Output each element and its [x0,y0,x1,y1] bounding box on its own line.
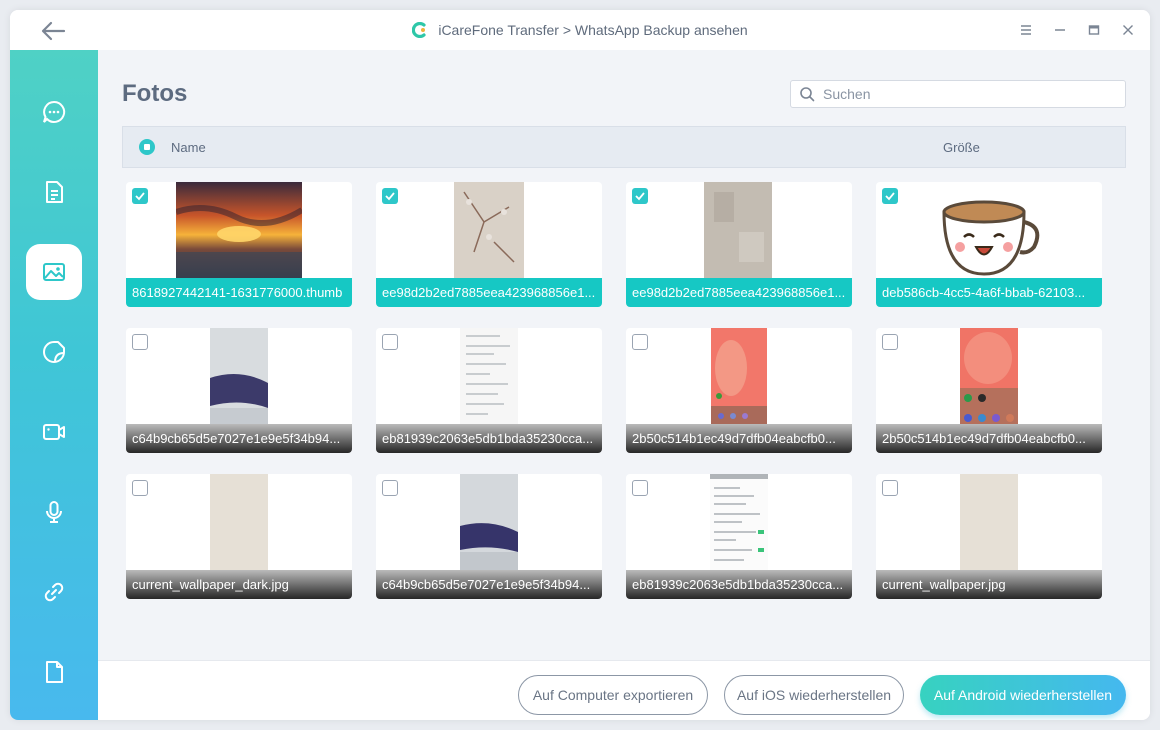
photo-checkbox[interactable] [882,188,898,204]
photo-thumbnail [454,182,524,278]
photo-name: 2b50c514b1ec49d7dfb04eabcfb0... [626,424,852,453]
photo-name: ee98d2b2ed7885eea423968856e1... [376,278,602,307]
photo-name: current_wallpaper.jpg [876,570,1102,599]
photo-checkbox[interactable] [382,334,398,350]
sidebar-item-videos[interactable] [26,404,82,460]
minimize-icon[interactable] [1052,22,1068,38]
photo-name: eb81939c2063e5db1bda35230cca... [626,570,852,599]
photo-card[interactable]: 2b50c514b1ec49d7dfb04eabcfb0... [876,328,1102,453]
photo-checkbox[interactable] [132,480,148,496]
photo-thumbnail [210,328,268,424]
checkmark-icon [135,192,145,201]
photo-card[interactable]: 8618927442141-1631776000.thumb [126,182,352,307]
search-box[interactable] [790,80,1126,108]
chat-bubble-icon [43,100,66,123]
photo-thumbnail [942,200,1040,276]
file-icon [46,661,63,683]
photo-name: 2b50c514b1ec49d7dfb04eabcfb0... [876,424,1102,453]
table-header: Name Größe [122,126,1126,168]
photo-checkbox[interactable] [132,188,148,204]
photo-thumbnail [960,474,1018,570]
photo-name: c64b9cb65d5e7027e1e9e5f34b94... [126,424,352,453]
checkmark-icon [885,192,895,201]
photo-thumbnail [704,182,772,278]
photo-thumbnail [460,328,518,424]
app-logo-icon [412,22,426,38]
photo-card[interactable]: eb81939c2063e5db1bda35230cca... [376,328,602,453]
app-window: iCareFone Transfer > WhatsApp Backup ans… [10,10,1150,720]
photo-card[interactable]: current_wallpaper_dark.jpg [126,474,352,599]
sidebar-item-chat[interactable] [26,84,82,140]
photo-card[interactable]: current_wallpaper.jpg [876,474,1102,599]
close-icon[interactable] [1120,22,1136,38]
export-to-computer-button[interactable]: Auf Computer exportieren [518,675,708,715]
photo-checkbox[interactable] [382,188,398,204]
photo-card[interactable]: c64b9cb65d5e7027e1e9e5f34b94... [376,474,602,599]
page-title: Fotos [122,80,188,107]
photo-name: deb586cb-4cc5-4a6f-bbab-62103... [876,278,1102,307]
footer-bar: Auf Computer exportieren Auf iOS wiederh… [98,660,1150,720]
sidebar-item-files[interactable] [26,644,82,700]
checkmark-icon [635,192,645,201]
photo-name: c64b9cb65d5e7027e1e9e5f34b94... [376,570,602,599]
microphone-icon [46,501,62,523]
photo-name: current_wallpaper_dark.jpg [126,570,352,599]
photo-card[interactable]: ee98d2b2ed7885eea423968856e1... [626,182,852,307]
photo-checkbox[interactable] [882,334,898,350]
photo-card[interactable]: 2b50c514b1ec49d7dfb04eabcfb0... [626,328,852,453]
photo-card[interactable]: deb586cb-4cc5-4a6f-bbab-62103... [876,182,1102,307]
document-icon [46,181,63,203]
photo-checkbox[interactable] [632,188,648,204]
restore-to-android-button[interactable]: Auf Android wiederherstellen [920,675,1126,715]
photo-name: eb81939c2063e5db1bda35230cca... [376,424,602,453]
photo-card[interactable]: eb81939c2063e5db1bda35230cca... [626,474,852,599]
search-icon [800,87,815,102]
select-all-checkbox[interactable] [139,139,155,155]
photo-checkbox[interactable] [632,334,648,350]
window-title: iCareFone Transfer > WhatsApp Backup ans… [438,22,748,38]
sidebar-item-documents[interactable] [26,164,82,220]
photo-checkbox[interactable] [382,480,398,496]
column-header-name[interactable]: Name [171,140,206,155]
checkmark-icon [385,192,395,201]
photo-name: 8618927442141-1631776000.thumb [126,278,352,307]
menu-icon[interactable] [1018,22,1034,38]
column-header-size[interactable]: Größe [943,140,980,155]
photo-checkbox[interactable] [632,480,648,496]
sidebar [10,50,98,720]
video-icon [43,424,65,440]
main-content: Fotos Name Größe [98,50,1150,720]
restore-to-ios-button[interactable]: Auf iOS wiederherstellen [724,675,904,715]
sidebar-item-links[interactable] [26,564,82,620]
link-icon [44,582,64,602]
photo-thumbnail [176,182,302,278]
maximize-icon[interactable] [1086,22,1102,38]
photo-card[interactable]: c64b9cb65d5e7027e1e9e5f34b94... [126,328,352,453]
photo-thumbnail [960,328,1018,424]
photo-checkbox[interactable] [882,480,898,496]
photo-name: ee98d2b2ed7885eea423968856e1... [626,278,852,307]
photo-thumbnail [710,474,768,570]
photo-thumbnail [711,328,767,424]
sticker-icon [43,341,65,363]
photo-thumbnail [460,474,518,570]
sidebar-item-stickers[interactable] [26,324,82,380]
sidebar-item-audio[interactable] [26,484,82,540]
photo-thumbnail [210,474,268,570]
photo-checkbox[interactable] [132,334,148,350]
search-input[interactable] [823,86,1113,102]
image-icon [43,263,65,281]
title-bar: iCareFone Transfer > WhatsApp Backup ans… [10,10,1150,50]
sidebar-item-photos[interactable] [26,244,82,300]
photo-card[interactable]: ee98d2b2ed7885eea423968856e1... [376,182,602,307]
